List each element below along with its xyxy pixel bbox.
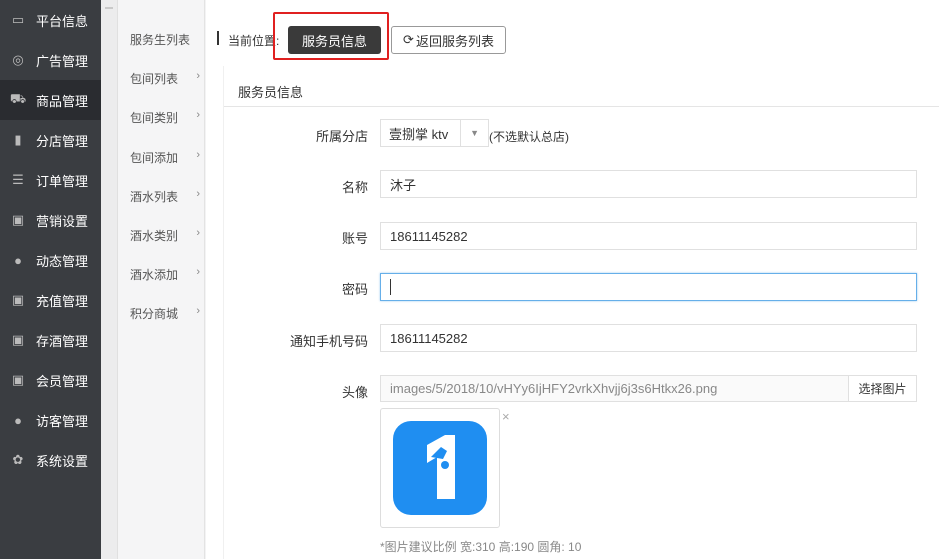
- user-icon: ●: [14, 252, 22, 268]
- sidebar-item-label: 会员管理: [36, 373, 89, 389]
- account-label: 账号: [341, 231, 368, 246]
- sidebar-item[interactable]: ▣ 充值管理: [0, 280, 101, 320]
- password-label: 密码: [341, 282, 368, 297]
- divider: [224, 106, 939, 107]
- avatar-path-field[interactable]: images/5/2018/10/vHYy6IjHFY2vrkXhvjj6j3s…: [380, 375, 849, 402]
- sidebar-item-label: 动态管理: [36, 253, 89, 269]
- chevron-right-icon: ›: [196, 149, 200, 161]
- sidebar-item[interactable]: ▣ 会员管理: [0, 360, 101, 400]
- sidebar-item-label: 营销设置: [36, 213, 89, 229]
- list-icon: ☰: [12, 172, 24, 187]
- breadcrumb-label: 当前位置:: [228, 34, 280, 48]
- chevron-right-icon: ›: [196, 305, 200, 317]
- sidebar-item-label: 商品管理: [36, 93, 89, 109]
- current-page-button[interactable]: 服务员信息: [288, 26, 381, 54]
- gift-icon: ▣: [11, 292, 25, 307]
- remove-image-icon[interactable]: ×: [502, 409, 510, 424]
- gift-icon: ▣: [11, 372, 25, 387]
- branch-select-value: 壹捌掌 ktv: [389, 126, 449, 142]
- choose-image-button[interactable]: 选择图片: [848, 375, 917, 402]
- sidebar-item[interactable]: ● 访客管理: [0, 400, 101, 440]
- branch-label: 所属分店: [315, 129, 368, 144]
- sidebar-item-label: 广告管理: [36, 53, 89, 69]
- sidebar-item[interactable]: ☰ 订单管理: [0, 160, 101, 200]
- branch-select[interactable]: 壹捌掌 ktv ▼: [380, 119, 489, 147]
- chevron-down-icon: ▼: [460, 120, 488, 146]
- back-button-label: 返回服务列表: [415, 33, 494, 49]
- image-size-hint: *图片建议比例 宽:310 高:190 圆角: 10: [380, 540, 582, 554]
- submenu-item-drink-category[interactable]: 酒水类别 ›: [130, 227, 200, 244]
- password-field[interactable]: [380, 273, 917, 301]
- avatar-thumbnail: [380, 408, 500, 528]
- sidebar-item-label: 系统设置: [36, 453, 89, 469]
- book-icon: ▮: [14, 132, 22, 147]
- submenu-item-room-list[interactable]: 包间列表 ›: [130, 70, 200, 87]
- cart-icon: ⛟: [9, 91, 27, 106]
- submenu-item-points-mall[interactable]: 积分商城 ›: [130, 305, 200, 322]
- gear-icon: ✿: [12, 452, 24, 467]
- collapse-toggle[interactable]: [101, 0, 118, 559]
- sidebar-item-label: 访客管理: [36, 413, 89, 429]
- account-field[interactable]: 18611145282: [380, 222, 917, 250]
- sidebar-item[interactable]: ▣ 存酒管理: [0, 320, 101, 360]
- refresh-icon: ⟳: [403, 32, 414, 47]
- submenu-item-room-add[interactable]: 包间添加 ›: [130, 149, 200, 166]
- sidebar-item[interactable]: ● 动态管理: [0, 240, 101, 280]
- chevron-right-icon: ›: [196, 70, 200, 82]
- phone-label: 通知手机号码: [289, 334, 368, 349]
- avatar-label: 头像: [341, 385, 368, 400]
- sub-menu: 服务生列表 包间列表 › 包间类别 › 包间添加 › 酒水列表 › 酒水类别 ›…: [101, 0, 205, 559]
- user-icon: ●: [14, 412, 22, 428]
- panel-title: 服务员信息: [238, 85, 304, 100]
- app-logo-image: [393, 421, 487, 515]
- name-label: 名称: [341, 180, 368, 195]
- chevron-right-icon: ›: [196, 109, 200, 121]
- sidebar-item[interactable]: ✿ 系统设置: [0, 440, 101, 480]
- logo-one-hand-icon: [427, 435, 455, 499]
- monitor-icon: ▭: [11, 12, 25, 27]
- chevron-right-icon: ›: [196, 188, 200, 200]
- chevron-right-icon: ›: [196, 266, 200, 278]
- back-to-list-button[interactable]: ⟳ 返回服务列表: [391, 26, 506, 54]
- sidebar-item[interactable]: ⛟ 商品管理: [0, 80, 101, 120]
- name-field[interactable]: 沐子: [380, 170, 917, 198]
- sidebar-item[interactable]: ▮ 分店管理: [0, 120, 101, 160]
- submenu-item-drink-add[interactable]: 酒水添加 ›: [130, 266, 200, 283]
- form-panel: 服务员信息 所属分店 壹捌掌 ktv ▼ (不选默认总店) 名称 沐子 账号 1…: [223, 66, 939, 559]
- sidebar-item-label: 充值管理: [36, 293, 89, 309]
- lifebuoy-icon: ◎: [12, 52, 24, 67]
- sidebar-item[interactable]: ▭ 平台信息: [0, 0, 101, 40]
- submenu-item-waiter-list[interactable]: 服务生列表: [130, 31, 200, 48]
- top-bar: 当前位置: 服务员信息 ⟳ 返回服务列表: [206, 0, 939, 66]
- sidebar-item-label: 平台信息: [36, 13, 89, 29]
- branch-hint: (不选默认总店): [489, 130, 569, 144]
- main-sidebar: ▭ 平台信息 ◎ 广告管理 ⛟ 商品管理 ▮ 分店管理 ☰ 订单管理 ▣ 营销设置 ● 动态管理 ▣ 充值管理…: [0, 0, 101, 559]
- breadcrumb-marker: [217, 31, 219, 45]
- chevron-right-icon: ›: [196, 227, 200, 239]
- sidebar-item[interactable]: ◎ 广告管理: [0, 40, 101, 80]
- phone-field[interactable]: 18611145282: [380, 324, 917, 352]
- sidebar-item-label: 存酒管理: [36, 333, 89, 349]
- gift-icon: ▣: [11, 332, 25, 347]
- main-content: 当前位置: 服务员信息 ⟳ 返回服务列表 服务员信息 所属分店 壹捌掌 ktv …: [206, 0, 939, 559]
- sidebar-item-label: 订单管理: [36, 173, 89, 189]
- sidebar-item-label: 分店管理: [36, 133, 89, 149]
- submenu-item-room-category[interactable]: 包间类别 ›: [130, 109, 200, 126]
- text-cursor: [390, 279, 391, 295]
- submenu-item-drink-list[interactable]: 酒水列表 ›: [130, 188, 200, 205]
- sidebar-item[interactable]: ▣ 营销设置: [0, 200, 101, 240]
- gift-icon: ▣: [11, 212, 25, 227]
